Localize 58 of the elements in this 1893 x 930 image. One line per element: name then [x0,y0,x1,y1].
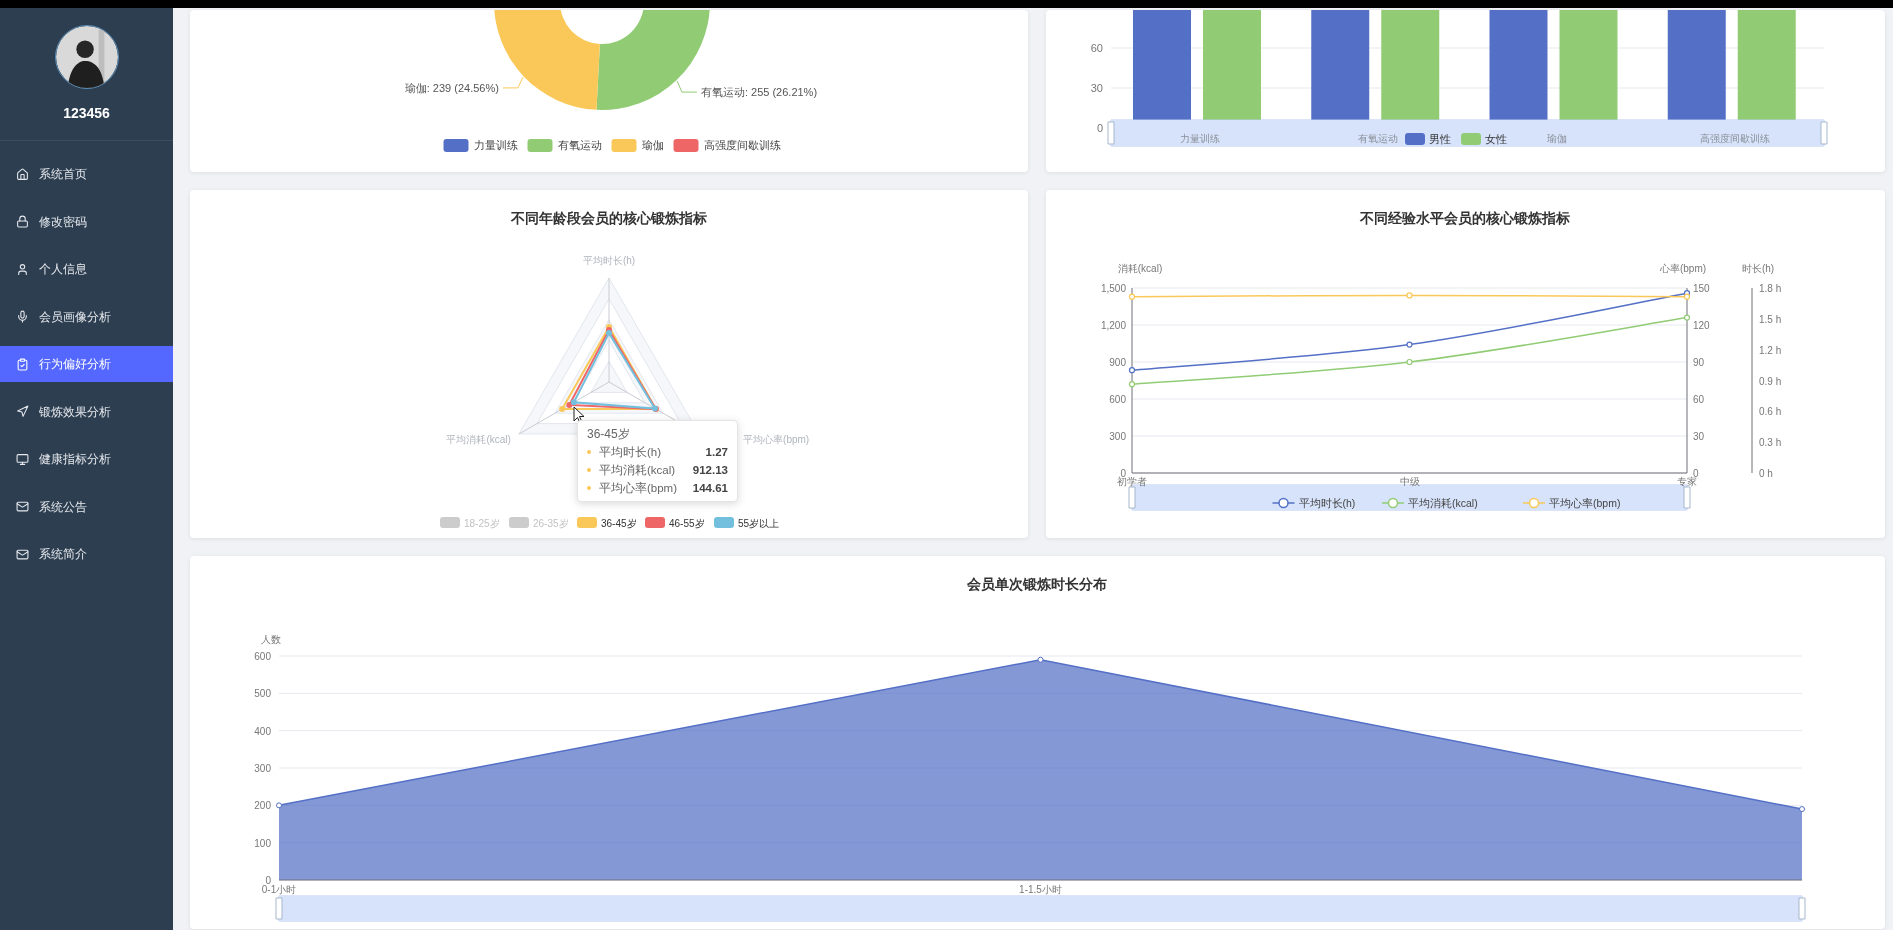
axis-label: 初学者 [1117,476,1147,487]
tooltip-value: 912.13 [692,463,728,478]
tick-label: 600 [1109,394,1126,405]
axis-label: 专家 [1677,476,1697,487]
tooltip-value: 1.27 [705,445,728,460]
axis-label: 高强度间歇训练 [1699,133,1770,144]
tick-label: 600 [254,651,271,662]
tick-label: 0 [1120,468,1126,479]
tick-label: 0 [265,875,271,886]
chart-title: 不同年龄段会员的核心锻炼指标 [511,210,707,226]
tick-label: 1,200 [1100,320,1126,331]
axis-label: 有氧运动 [1358,133,1399,144]
tick-label: 120 [1693,320,1710,331]
tick-label: 0.3 h [1759,437,1782,449]
tick-label: 400 [254,725,271,737]
axis-title: 心率(bpm) [1659,263,1707,274]
data-label: 瑜伽: 239 (24.56%) [404,81,499,94]
tick-label: 100 [254,837,271,849]
data-label: 有氧运动: 255 (26.21%) [700,86,818,99]
tick-label: 150 [1693,283,1710,294]
axis-label: 中级 [1399,476,1420,487]
username: 123456 [63,104,110,123]
tick-label: 0.6 h [1759,406,1782,418]
tick-label: 500 [254,688,271,700]
tooltip-title: 36-45岁 [587,426,631,443]
tick-label: 0.9 h [1759,375,1782,387]
tick-label: 300 [254,763,271,774]
axis-title: 消耗(kcal) [1117,263,1163,274]
tick-label: 1.5 h [1759,313,1782,325]
axis-label: 1-1.5小时 [1019,884,1062,895]
tooltip-label: 平均消耗(kcal) [599,463,676,478]
tick-label: 300 [1109,431,1126,442]
tooltip-label: 平均时长(h) [599,445,662,460]
tick-label: 60 [1693,394,1705,405]
tick-label: 30 [1693,431,1705,442]
indicator-label: 平均消耗(kcal) [446,434,511,445]
axis-label: 0-1小时 [261,884,297,895]
tick-label: 1,500 [1100,283,1126,294]
chart-title: 不同经验水平会员的核心锻炼指标 [1360,210,1570,226]
tick-label: 30 [1090,82,1103,94]
axis-label: 瑜伽 [1546,133,1567,144]
tick-label: 90 [1693,357,1705,368]
tick-label: 0 [1693,468,1699,479]
tick-label: 200 [254,800,271,812]
tick-label: 900 [1109,357,1126,368]
chart-title: 会员单次锻炼时长分布 [967,576,1107,592]
tick-label: 0 [1096,122,1103,134]
tooltip-value: 144.61 [692,481,728,496]
indicator-label: 平均时长(h) [582,255,636,266]
tick-label: 1.8 h [1759,283,1782,294]
tick-label: 0 h [1759,468,1773,479]
tooltip-label: 平均心率(bpm) [599,481,678,496]
axis-title: 人数 [261,634,281,645]
tick-label: 60 [1090,42,1103,54]
tick-label: 1.2 h [1759,344,1782,356]
indicator-label: 平均心率(bpm) [743,434,810,445]
axis-title: 时长(h) [1741,263,1775,274]
axis-label: 力量训练 [1180,133,1221,144]
